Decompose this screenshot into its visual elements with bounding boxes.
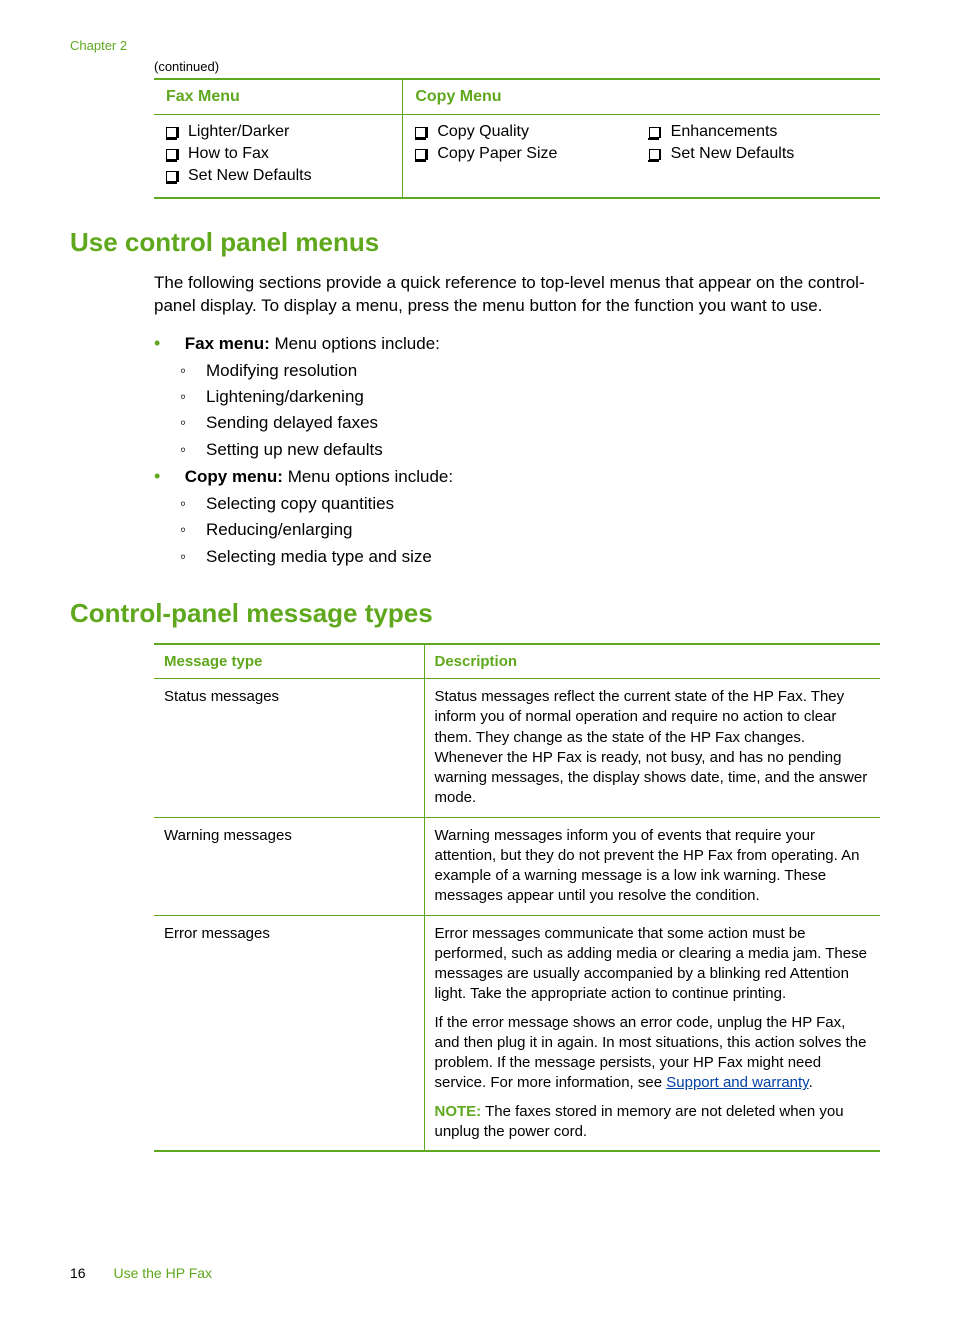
list-item: Copy Quality — [415, 123, 634, 141]
checkbox-icon — [166, 127, 177, 138]
list-item: Lighter/Darker — [166, 123, 390, 141]
fax-menu-header: Fax Menu — [154, 79, 403, 115]
continued-label: (continued) — [154, 59, 884, 74]
list-item: Fax menu: Menu options include: Modifyin… — [154, 330, 884, 463]
checkbox-icon — [415, 127, 426, 138]
chapter-label: Chapter 2 — [70, 38, 884, 53]
col-message-type: Message type — [154, 644, 424, 679]
menu-options-list: Fax menu: Menu options include: Modifyin… — [154, 330, 884, 570]
table-row: Status messages Status messages reflect … — [154, 679, 880, 818]
menu-table: Fax Menu Copy Menu Lighter/Darker How to… — [154, 78, 880, 199]
heading-control-panel-message-types: Control-panel message types — [70, 598, 884, 629]
list-item: Sending delayed faxes — [180, 410, 884, 436]
table-row: Error messages Error messages communicat… — [154, 915, 880, 1151]
list-item: Setting up new defaults — [180, 437, 884, 463]
footer-section-title: Use the HP Fax — [113, 1265, 212, 1281]
copy-menu-header: Copy Menu — [403, 79, 880, 115]
checkbox-icon — [649, 127, 660, 138]
list-item: Modifying resolution — [180, 358, 884, 384]
intro-paragraph: The following sections provide a quick r… — [154, 272, 884, 318]
checkbox-icon — [415, 149, 426, 160]
list-item: Copy Paper Size — [415, 145, 634, 163]
list-item: Enhancements — [649, 123, 868, 141]
note-label: NOTE: — [435, 1103, 482, 1120]
support-warranty-link[interactable]: Support and warranty — [666, 1074, 808, 1091]
heading-use-control-panel-menus: Use control panel menus — [70, 227, 884, 258]
list-item: Selecting copy quantities — [180, 491, 884, 517]
checkbox-icon — [649, 149, 660, 160]
list-item: Reducing/enlarging — [180, 517, 884, 543]
list-item: Set New Defaults — [166, 167, 390, 185]
checkbox-icon — [166, 149, 177, 160]
page-number: 16 — [70, 1265, 86, 1281]
list-item: Copy menu: Menu options include: Selecti… — [154, 463, 884, 570]
list-item: Lightening/darkening — [180, 384, 884, 410]
list-item: Set New Defaults — [649, 145, 868, 163]
copy-menu-cell: Copy Quality Copy Paper Size Enhancement… — [403, 115, 880, 199]
table-row: Warning messages Warning messages inform… — [154, 817, 880, 915]
checkbox-icon — [166, 171, 177, 182]
message-types-table: Message type Description Status messages… — [154, 643, 880, 1152]
list-item: Selecting media type and size — [180, 544, 884, 570]
col-description: Description — [424, 644, 880, 679]
page-footer: 16 Use the HP Fax — [70, 1265, 212, 1281]
fax-menu-cell: Lighter/Darker How to Fax Set New Defaul… — [154, 115, 403, 199]
list-item: How to Fax — [166, 145, 390, 163]
